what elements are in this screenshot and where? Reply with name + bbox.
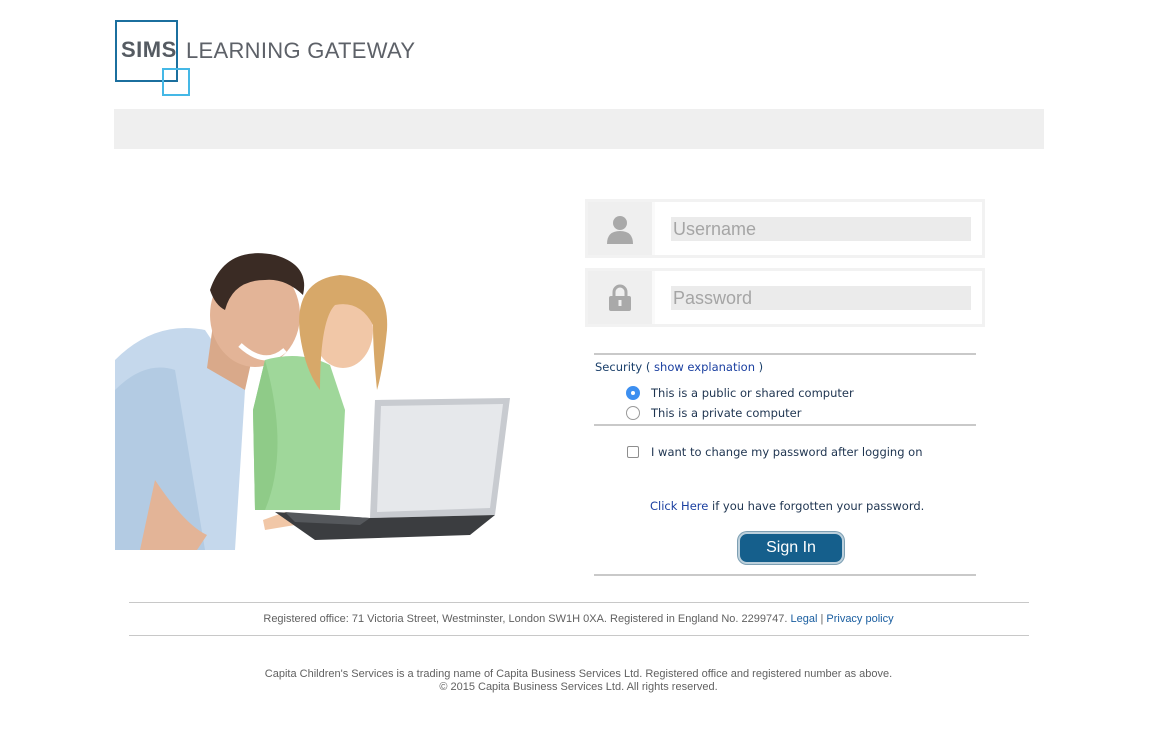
footer-registered-office: Registered office: 71 Victoria Street, W… [263, 613, 894, 625]
radio-private-label: This is a private computer [651, 406, 802, 420]
radio-private-button[interactable] [626, 406, 640, 420]
footer-legal-notice: Capita Children's Services is a trading … [0, 668, 1157, 694]
radio-public-label: This is a public or shared computer [651, 386, 854, 400]
forgot-password-link[interactable]: Click Here [650, 499, 708, 513]
logo-sims-text: SIMS [121, 37, 177, 62]
radio-public-computer[interactable]: This is a public or shared computer [626, 386, 854, 400]
radio-private-computer[interactable]: This is a private computer [626, 406, 801, 420]
username-row [585, 199, 985, 258]
logo-square-light [162, 68, 190, 96]
logo: SIMS LEARNING GATEWAY [115, 20, 415, 98]
user-icon [588, 202, 652, 255]
sign-in-button[interactable]: Sign In [738, 532, 844, 564]
username-input-wrapper [655, 202, 982, 255]
password-input-wrapper [655, 271, 982, 324]
show-explanation-link[interactable]: show explanation [654, 360, 755, 374]
header-bar [114, 109, 1044, 149]
privacy-policy-link[interactable]: Privacy policy [826, 613, 893, 625]
trading-name-text: Capita Children's Services is a trading … [264, 668, 893, 680]
legal-link[interactable]: Legal [790, 613, 817, 625]
divider [594, 424, 976, 426]
footer-divider [129, 602, 1029, 603]
lock-icon [588, 271, 652, 324]
change-password-label: I want to change my password after loggi… [651, 445, 923, 459]
change-password-checkbox[interactable] [627, 446, 639, 458]
username-input[interactable] [671, 217, 971, 241]
hero-illustration [115, 253, 510, 550]
password-row [585, 268, 985, 327]
security-label: Security ( show explanation ) [595, 360, 764, 374]
password-input[interactable] [671, 286, 971, 310]
copyright-text: © 2015 Capita Business Services Ltd. All… [439, 681, 718, 693]
forgot-password-text: Click Here if you have forgotten your pa… [650, 499, 925, 513]
footer-divider [129, 635, 1029, 636]
radio-public-button[interactable] [626, 386, 640, 400]
divider [594, 574, 976, 576]
change-password-option[interactable]: I want to change my password after loggi… [627, 445, 923, 459]
logo-product-text: LEARNING GATEWAY [186, 38, 416, 63]
divider [594, 353, 976, 355]
